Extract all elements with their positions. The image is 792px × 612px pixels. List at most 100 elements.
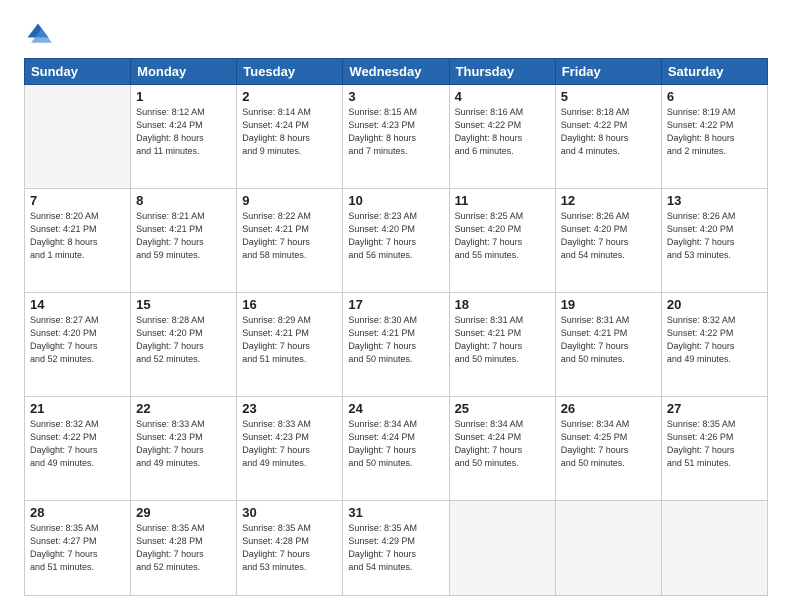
day-info: Sunrise: 8:34 AM Sunset: 4:24 PM Dayligh… bbox=[455, 418, 550, 470]
table-row: 19 Sunrise: 8:31 AM Sunset: 4:21 PM Dayli… bbox=[555, 293, 661, 397]
day-number: 31 bbox=[348, 505, 443, 520]
logo bbox=[24, 20, 56, 48]
day-info: Sunrise: 8:31 AM Sunset: 4:21 PM Dayligh… bbox=[561, 314, 656, 366]
day-number: 17 bbox=[348, 297, 443, 312]
day-info: Sunrise: 8:33 AM Sunset: 4:23 PM Dayligh… bbox=[136, 418, 231, 470]
day-info: Sunrise: 8:35 AM Sunset: 4:29 PM Dayligh… bbox=[348, 522, 443, 574]
day-info: Sunrise: 8:26 AM Sunset: 4:20 PM Dayligh… bbox=[667, 210, 762, 262]
table-row: 25 Sunrise: 8:34 AM Sunset: 4:24 PM Dayli… bbox=[449, 397, 555, 501]
calendar-week-row: 7 Sunrise: 8:20 AM Sunset: 4:21 PM Daylig… bbox=[25, 189, 768, 293]
day-number: 18 bbox=[455, 297, 550, 312]
day-number: 13 bbox=[667, 193, 762, 208]
day-number: 10 bbox=[348, 193, 443, 208]
day-info: Sunrise: 8:16 AM Sunset: 4:22 PM Dayligh… bbox=[455, 106, 550, 158]
table-row: 7 Sunrise: 8:20 AM Sunset: 4:21 PM Daylig… bbox=[25, 189, 131, 293]
table-row: 11Sunrise: 8:25 AM Sunset: 4:20 PM Dayli… bbox=[449, 189, 555, 293]
table-row: 12 Sunrise: 8:26 AM Sunset: 4:20 PM Dayli… bbox=[555, 189, 661, 293]
table-row: 5 Sunrise: 8:18 AM Sunset: 4:22 PM Daylig… bbox=[555, 85, 661, 189]
day-info: Sunrise: 8:19 AM Sunset: 4:22 PM Dayligh… bbox=[667, 106, 762, 158]
calendar-week-row: 1 Sunrise: 8:12 AM Sunset: 4:24 PM Daylig… bbox=[25, 85, 768, 189]
table-row bbox=[449, 501, 555, 596]
day-number: 4 bbox=[455, 89, 550, 104]
day-number: 25 bbox=[455, 401, 550, 416]
col-tuesday: Tuesday bbox=[237, 59, 343, 85]
col-thursday: Thursday bbox=[449, 59, 555, 85]
day-info: Sunrise: 8:14 AM Sunset: 4:24 PM Dayligh… bbox=[242, 106, 337, 158]
table-row: 1 Sunrise: 8:12 AM Sunset: 4:24 PM Daylig… bbox=[131, 85, 237, 189]
day-number: 29 bbox=[136, 505, 231, 520]
table-row: 20 Sunrise: 8:32 AM Sunset: 4:22 PM Dayli… bbox=[661, 293, 767, 397]
day-number: 28 bbox=[30, 505, 125, 520]
day-number: 8 bbox=[136, 193, 231, 208]
day-info: Sunrise: 8:32 AM Sunset: 4:22 PM Dayligh… bbox=[30, 418, 125, 470]
day-info: Sunrise: 8:31 AM Sunset: 4:21 PM Dayligh… bbox=[455, 314, 550, 366]
day-info: Sunrise: 8:29 AM Sunset: 4:21 PM Dayligh… bbox=[242, 314, 337, 366]
table-row: 24Sunrise: 8:34 AM Sunset: 4:24 PM Dayli… bbox=[343, 397, 449, 501]
day-info: Sunrise: 8:20 AM Sunset: 4:21 PM Dayligh… bbox=[30, 210, 125, 262]
col-monday: Monday bbox=[131, 59, 237, 85]
page: Sunday Monday Tuesday Wednesday Thursday… bbox=[0, 0, 792, 612]
day-number: 26 bbox=[561, 401, 656, 416]
day-info: Sunrise: 8:34 AM Sunset: 4:25 PM Dayligh… bbox=[561, 418, 656, 470]
day-number: 7 bbox=[30, 193, 125, 208]
calendar-week-row: 14Sunrise: 8:27 AM Sunset: 4:20 PM Dayli… bbox=[25, 293, 768, 397]
calendar-week-row: 28 Sunrise: 8:35 AM Sunset: 4:27 PM Dayli… bbox=[25, 501, 768, 596]
calendar-header-row: Sunday Monday Tuesday Wednesday Thursday… bbox=[25, 59, 768, 85]
day-number: 3 bbox=[348, 89, 443, 104]
day-number: 5 bbox=[561, 89, 656, 104]
table-row: 21Sunrise: 8:32 AM Sunset: 4:22 PM Dayli… bbox=[25, 397, 131, 501]
day-number: 20 bbox=[667, 297, 762, 312]
day-info: Sunrise: 8:33 AM Sunset: 4:23 PM Dayligh… bbox=[242, 418, 337, 470]
table-row: 9 Sunrise: 8:22 AM Sunset: 4:21 PM Daylig… bbox=[237, 189, 343, 293]
table-row: 26 Sunrise: 8:34 AM Sunset: 4:25 PM Dayli… bbox=[555, 397, 661, 501]
calendar-table: Sunday Monday Tuesday Wednesday Thursday… bbox=[24, 58, 768, 596]
day-number: 30 bbox=[242, 505, 337, 520]
table-row: 8 Sunrise: 8:21 AM Sunset: 4:21 PM Daylig… bbox=[131, 189, 237, 293]
day-number: 24 bbox=[348, 401, 443, 416]
col-saturday: Saturday bbox=[661, 59, 767, 85]
table-row: 2Sunrise: 8:14 AM Sunset: 4:24 PM Daylig… bbox=[237, 85, 343, 189]
day-info: Sunrise: 8:15 AM Sunset: 4:23 PM Dayligh… bbox=[348, 106, 443, 158]
day-info: Sunrise: 8:32 AM Sunset: 4:22 PM Dayligh… bbox=[667, 314, 762, 366]
day-number: 1 bbox=[136, 89, 231, 104]
table-row bbox=[661, 501, 767, 596]
day-number: 16 bbox=[242, 297, 337, 312]
day-number: 9 bbox=[242, 193, 337, 208]
table-row bbox=[25, 85, 131, 189]
day-info: Sunrise: 8:30 AM Sunset: 4:21 PM Dayligh… bbox=[348, 314, 443, 366]
table-row: 6Sunrise: 8:19 AM Sunset: 4:22 PM Daylig… bbox=[661, 85, 767, 189]
day-info: Sunrise: 8:23 AM Sunset: 4:20 PM Dayligh… bbox=[348, 210, 443, 262]
day-info: Sunrise: 8:25 AM Sunset: 4:20 PM Dayligh… bbox=[455, 210, 550, 262]
table-row bbox=[555, 501, 661, 596]
day-info: Sunrise: 8:35 AM Sunset: 4:27 PM Dayligh… bbox=[30, 522, 125, 574]
table-row: 4 Sunrise: 8:16 AM Sunset: 4:22 PM Daylig… bbox=[449, 85, 555, 189]
day-info: Sunrise: 8:35 AM Sunset: 4:28 PM Dayligh… bbox=[136, 522, 231, 574]
day-info: Sunrise: 8:27 AM Sunset: 4:20 PM Dayligh… bbox=[30, 314, 125, 366]
table-row: 23 Sunrise: 8:33 AM Sunset: 4:23 PM Dayli… bbox=[237, 397, 343, 501]
col-sunday: Sunday bbox=[25, 59, 131, 85]
day-number: 19 bbox=[561, 297, 656, 312]
table-row: 29 Sunrise: 8:35 AM Sunset: 4:28 PM Dayli… bbox=[131, 501, 237, 596]
day-info: Sunrise: 8:35 AM Sunset: 4:28 PM Dayligh… bbox=[242, 522, 337, 574]
logo-icon bbox=[24, 20, 52, 48]
day-info: Sunrise: 8:22 AM Sunset: 4:21 PM Dayligh… bbox=[242, 210, 337, 262]
table-row: 10 Sunrise: 8:23 AM Sunset: 4:20 PM Dayli… bbox=[343, 189, 449, 293]
day-info: Sunrise: 8:12 AM Sunset: 4:24 PM Dayligh… bbox=[136, 106, 231, 158]
day-info: Sunrise: 8:18 AM Sunset: 4:22 PM Dayligh… bbox=[561, 106, 656, 158]
table-row: 16 Sunrise: 8:29 AM Sunset: 4:21 PM Dayli… bbox=[237, 293, 343, 397]
table-row: 27 Sunrise: 8:35 AM Sunset: 4:26 PM Dayli… bbox=[661, 397, 767, 501]
day-info: Sunrise: 8:21 AM Sunset: 4:21 PM Dayligh… bbox=[136, 210, 231, 262]
table-row: 14Sunrise: 8:27 AM Sunset: 4:20 PM Dayli… bbox=[25, 293, 131, 397]
calendar-week-row: 21Sunrise: 8:32 AM Sunset: 4:22 PM Dayli… bbox=[25, 397, 768, 501]
table-row: 15Sunrise: 8:28 AM Sunset: 4:20 PM Dayli… bbox=[131, 293, 237, 397]
day-info: Sunrise: 8:26 AM Sunset: 4:20 PM Dayligh… bbox=[561, 210, 656, 262]
table-row: 17 Sunrise: 8:30 AM Sunset: 4:21 PM Dayli… bbox=[343, 293, 449, 397]
day-number: 27 bbox=[667, 401, 762, 416]
header bbox=[24, 20, 768, 48]
day-number: 23 bbox=[242, 401, 337, 416]
col-wednesday: Wednesday bbox=[343, 59, 449, 85]
col-friday: Friday bbox=[555, 59, 661, 85]
table-row: 13 Sunrise: 8:26 AM Sunset: 4:20 PM Dayli… bbox=[661, 189, 767, 293]
day-info: Sunrise: 8:35 AM Sunset: 4:26 PM Dayligh… bbox=[667, 418, 762, 470]
day-number: 12 bbox=[561, 193, 656, 208]
